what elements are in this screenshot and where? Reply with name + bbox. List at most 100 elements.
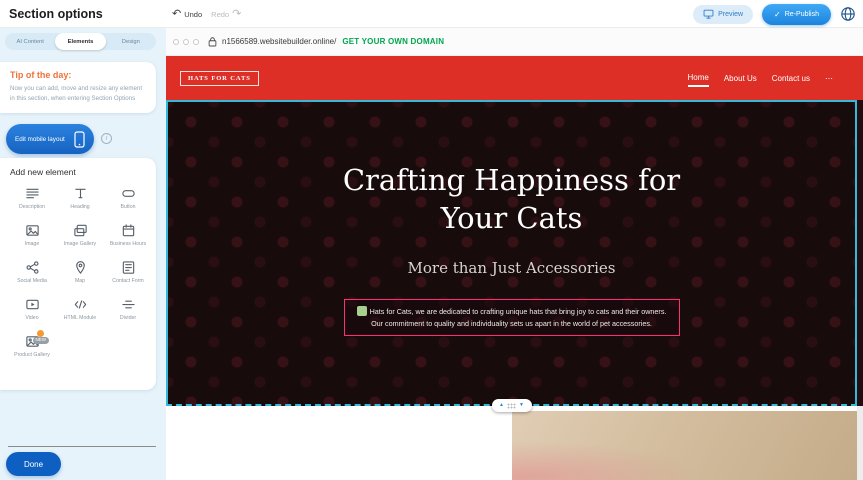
html-module-icon (73, 297, 88, 312)
tip-of-the-day-card: Tip of the day: Now you can add, move an… (0, 62, 156, 113)
section-boundary-line: ▲ ▼ (166, 404, 857, 406)
add-element-business-hours[interactable]: Business Hours (106, 223, 150, 248)
toolbar-actions: Preview ✓ Re-Publish (693, 0, 856, 28)
hero-paragraph-selected[interactable]: Hats for Cats, we are dedicated to craft… (344, 299, 680, 336)
nav-contact-us[interactable]: Contact us (772, 70, 810, 86)
hero-section-selected[interactable]: Crafting Happiness for Your Cats More th… (166, 100, 857, 406)
element-label: Map (75, 278, 85, 285)
add-element-map[interactable]: Map (58, 260, 102, 285)
arrow-down-icon: ▼ (519, 403, 524, 408)
add-element-image[interactable]: Image (10, 223, 54, 248)
add-element-image-gallery[interactable]: Image Gallery (58, 223, 102, 248)
tab-label: AI Content (16, 39, 43, 45)
drag-dots-icon (507, 403, 516, 409)
element-label: Social Media (17, 278, 47, 285)
next-section-area (166, 406, 863, 480)
redo-button[interactable]: Redo ↷ (211, 9, 241, 20)
lock-icon (208, 36, 217, 47)
tab-design[interactable]: Design (106, 33, 156, 50)
element-label: Image (25, 241, 39, 248)
page-title: Section options (9, 7, 103, 21)
site-logo[interactable]: HATS FOR CATS (180, 71, 259, 86)
hero-heading[interactable]: Crafting Happiness for Your Cats (312, 162, 712, 237)
element-handle-icon[interactable] (357, 306, 367, 316)
add-new-element-panel: Add new element Description Heading Butt… (0, 158, 156, 390)
element-label: Button (121, 204, 136, 211)
element-label: Description (19, 204, 45, 211)
next-section-image (512, 411, 857, 480)
undo-button[interactable]: ↶ Undo (172, 9, 202, 20)
scrollbar-segment-below (857, 406, 863, 480)
element-label: Contact Form (112, 278, 143, 285)
site-nav: Home About Us Contact us ⋯ (688, 69, 834, 87)
get-domain-link[interactable]: GET YOUR OWN DOMAIN (342, 37, 444, 46)
element-label: Image Gallery (64, 241, 96, 248)
top-toolbar: Section options ↶ Undo Redo ↷ Preview ✓ … (0, 0, 863, 28)
republish-button[interactable]: ✓ Re-Publish (762, 4, 831, 25)
add-element-heading[interactable]: Heading (58, 186, 102, 211)
heading-icon (73, 186, 88, 201)
preview-label: Preview (718, 11, 743, 18)
button-icon (121, 186, 136, 201)
page-scrollbar[interactable] (857, 56, 863, 480)
add-panel-title: Add new element (10, 167, 150, 177)
tab-label: Design (122, 39, 140, 45)
add-element-button[interactable]: Button (106, 186, 150, 211)
nav-home[interactable]: Home (688, 69, 709, 87)
info-icon[interactable]: i (101, 133, 112, 144)
tab-ai-content[interactable]: AI Content (5, 33, 55, 50)
site-header: HATS FOR CATS Home About Us Contact us ⋯ (166, 56, 857, 100)
window-dots (173, 39, 199, 45)
nav-more-button[interactable]: ⋯ (825, 70, 833, 86)
republish-label: Re-Publish (785, 11, 819, 18)
done-button[interactable]: Done (6, 452, 61, 476)
video-icon (25, 297, 40, 312)
app-window: Section options ↶ Undo Redo ↷ Preview ✓ … (0, 0, 863, 480)
add-element-divider[interactable]: Divider (106, 297, 150, 322)
preview-button[interactable]: Preview (693, 5, 753, 24)
map-icon (73, 260, 88, 275)
contact-form-icon (121, 260, 136, 275)
history-controls: ↶ Undo Redo ↷ (172, 0, 241, 28)
add-element-description[interactable]: Description (10, 186, 54, 211)
element-label: Product Gallery (14, 352, 50, 359)
window-dot (183, 39, 189, 45)
tab-elements[interactable]: Elements (55, 33, 105, 50)
arrow-up-icon: ▲ (499, 403, 504, 408)
tip-body: Now you can add, move and resize any ele… (10, 84, 146, 103)
element-label: Business Hours (110, 241, 146, 248)
add-element-product-gallery[interactable]: NEW Product Gallery (10, 334, 54, 359)
section-options-sidebar: AI Content Elements Design Tip of the da… (0, 28, 166, 480)
add-element-html-module[interactable]: HTML Module (58, 297, 102, 322)
social-media-icon (25, 260, 40, 275)
add-element-social-media[interactable]: Social Media (10, 260, 54, 285)
nav-about-us[interactable]: About Us (724, 70, 757, 86)
new-badge-dot (37, 330, 44, 337)
browser-address-bar: n1566589.websitebuilder.online/ GET YOUR… (166, 28, 863, 56)
window-dot (193, 39, 199, 45)
element-grid: Description Heading Button Image Image G… (10, 186, 150, 359)
tip-title: Tip of the day: (10, 70, 146, 80)
image-gallery-icon (73, 223, 88, 238)
section-resize-handle[interactable]: ▲ ▼ (492, 399, 532, 412)
tab-label: Elements (68, 39, 94, 45)
globe-icon (840, 6, 856, 22)
edit-mobile-label: Edit mobile layout (15, 136, 65, 143)
monitor-icon (703, 9, 714, 19)
edit-mobile-layout-button[interactable]: Edit mobile layout (6, 124, 94, 154)
phone-icon (74, 131, 85, 148)
undo-label: Undo (184, 10, 202, 19)
add-element-video[interactable]: Video (10, 297, 54, 322)
hero-paragraph-text: Hats for Cats, we are dedicated to craft… (370, 307, 667, 328)
hero-subheading[interactable]: More than Just Accessories (168, 259, 855, 277)
add-element-contact-form[interactable]: Contact Form (106, 260, 150, 285)
scrollbar-segment-header (857, 56, 863, 100)
element-label: HTML Module (64, 315, 96, 322)
check-icon: ✓ (774, 10, 781, 19)
sidebar-tabs: AI Content Elements Design (5, 33, 156, 50)
sidebar-divider (8, 446, 156, 447)
divider-icon (121, 297, 136, 312)
language-globe-button[interactable] (840, 6, 856, 22)
window-dot (173, 39, 179, 45)
undo-icon: ↶ (172, 9, 181, 20)
